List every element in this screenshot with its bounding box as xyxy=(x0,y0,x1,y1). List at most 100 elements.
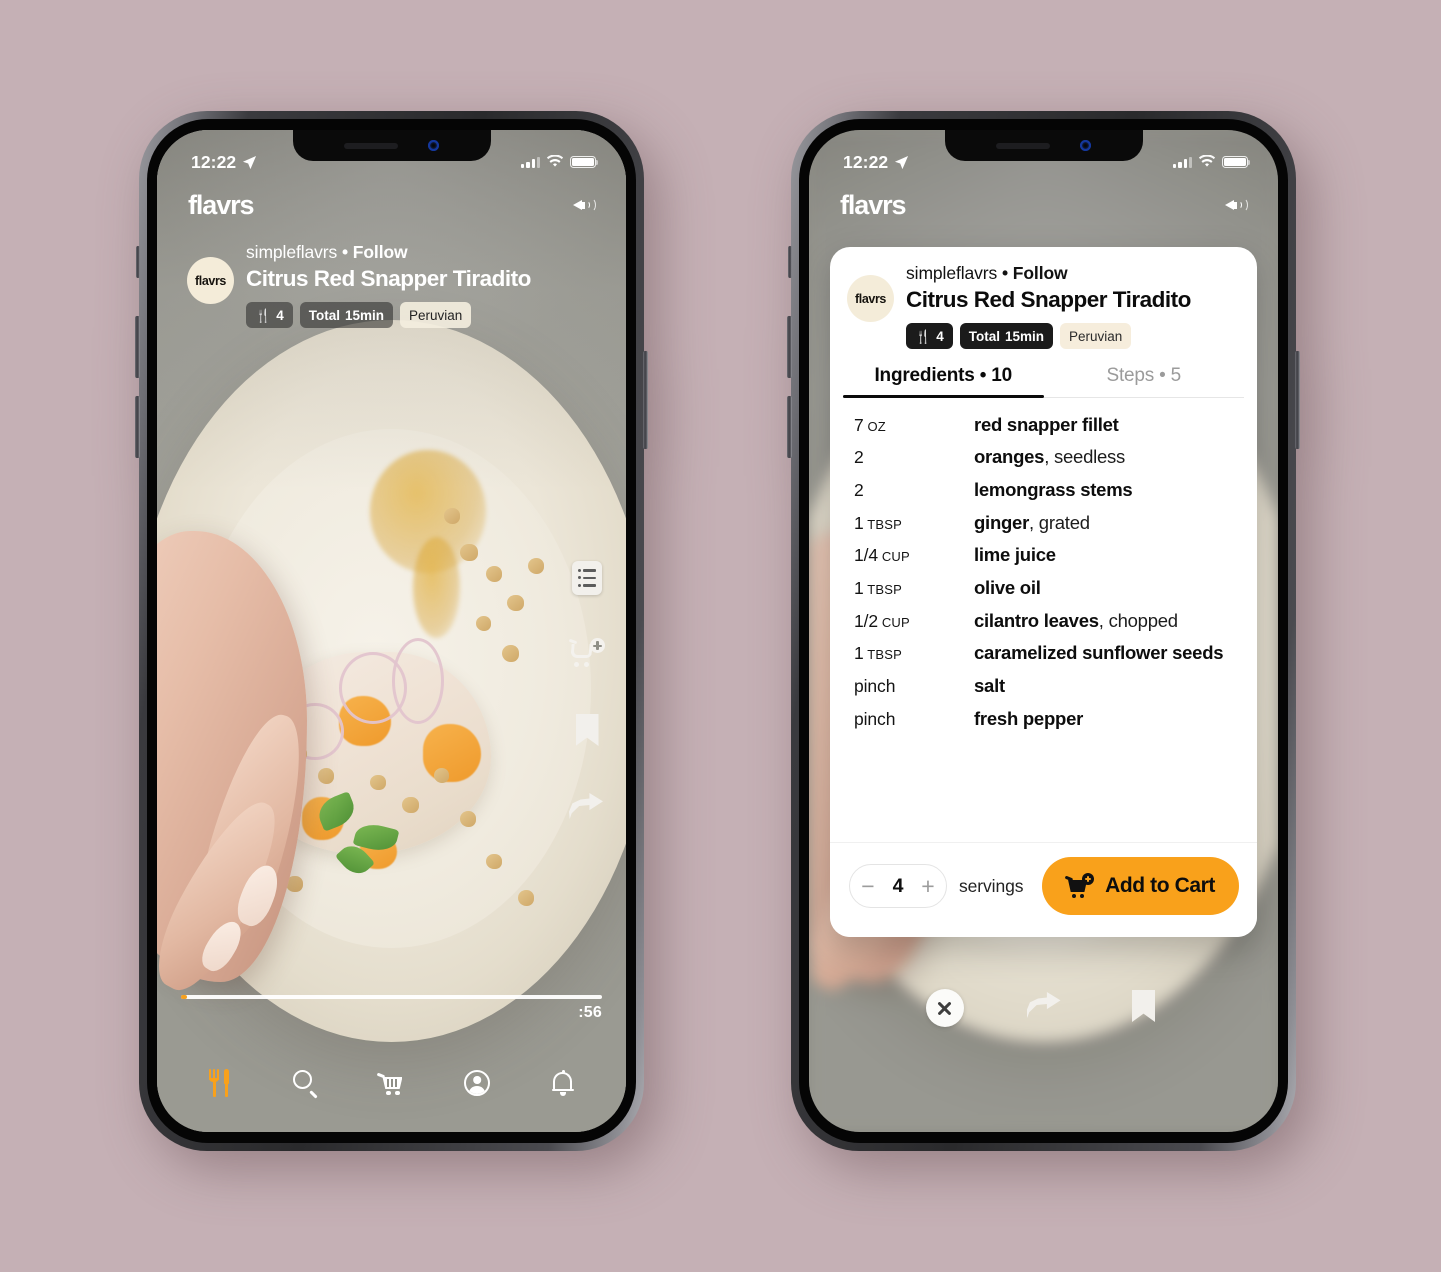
bookmark-icon[interactable] xyxy=(1126,990,1162,1026)
video-progress[interactable]: :56 xyxy=(181,995,602,1022)
ingredient-quantity: 7 OZ xyxy=(854,415,974,436)
share-icon[interactable] xyxy=(1026,990,1063,1026)
cutlery-icon: 🍴 xyxy=(255,307,272,323)
ingredient-row: 1/4 CUP lime juice xyxy=(854,539,1239,572)
cuisine-chip[interactable]: Peruvian xyxy=(1059,323,1132,349)
ingredient-amount: pinch xyxy=(854,675,896,696)
ingredient-quantity: 2 xyxy=(854,447,974,468)
recipe-chips: 🍴 4 Total 15min Peruvian xyxy=(246,302,602,328)
sheet-footer: − 4 + servings Add to Cart xyxy=(830,842,1257,937)
bookmark-icon[interactable] xyxy=(569,714,605,750)
tab-notifications[interactable] xyxy=(539,1061,587,1105)
profile-icon xyxy=(464,1070,491,1096)
progress-track[interactable] xyxy=(181,995,602,999)
recipe-info: flavrs simpleflavrs • Follow Citrus Red … xyxy=(830,247,1257,349)
cuisine-chip[interactable]: Peruvian xyxy=(399,302,472,328)
tab-search[interactable] xyxy=(282,1061,330,1105)
silence-switch[interactable] xyxy=(788,246,792,278)
ingredient-amount: 2 xyxy=(854,447,864,468)
byline: simpleflavrs • Follow xyxy=(906,263,1237,284)
tab-feed[interactable] xyxy=(196,1061,244,1105)
tab-profile[interactable] xyxy=(453,1061,501,1105)
add-to-cart-button[interactable]: Add to Cart xyxy=(1042,857,1239,915)
location-arrow-icon xyxy=(895,155,909,169)
servings-decrement-button[interactable]: − xyxy=(853,872,883,900)
total-time-chip[interactable]: Total 15min xyxy=(959,323,1053,349)
ingredient-name-main: red snapper fillet xyxy=(974,413,1119,435)
app-brand-logo: flavrs xyxy=(840,189,907,220)
close-icon[interactable] xyxy=(925,989,964,1027)
ingredient-name-main: oranges xyxy=(974,446,1045,468)
total-time-chip[interactable]: Total 15min xyxy=(299,302,393,328)
author-name[interactable]: simpleflavrs xyxy=(906,263,997,283)
follow-button[interactable]: Follow xyxy=(353,242,408,262)
ingredient-name-main: caramelized sunflower seeds xyxy=(974,642,1224,664)
cellular-signal-icon xyxy=(1173,156,1192,168)
ingredient-quantity: 1 TBSP xyxy=(854,643,974,664)
volume-up-button[interactable] xyxy=(135,316,140,378)
front-camera xyxy=(1080,140,1091,151)
front-camera xyxy=(428,140,439,151)
ingredient-name: cilantro leaves, chopped xyxy=(974,609,1239,633)
total-time-prefix: Total xyxy=(308,307,340,323)
recipe-detail-sheet: flavrs simpleflavrs • Follow Citrus Red … xyxy=(830,247,1257,937)
wifi-icon xyxy=(546,155,564,167)
recipe-info-overlay: flavrs simpleflavrs • Follow Citrus Red … xyxy=(187,242,602,328)
volume-up-button[interactable] xyxy=(787,316,792,378)
location-arrow-icon xyxy=(243,155,257,169)
byline-separator: • xyxy=(341,242,348,262)
ingredient-quantity: 1 TBSP xyxy=(854,578,974,599)
ingredient-row: 2 lemongrass stems xyxy=(854,473,1239,506)
ingredient-amount: 1 xyxy=(854,512,864,533)
speaker-mute-icon[interactable] xyxy=(1224,193,1251,217)
avatar[interactable]: flavrs xyxy=(847,275,894,322)
avatar[interactable]: flavrs xyxy=(187,257,234,304)
recipe-title: Citrus Red Snapper Tiradito xyxy=(246,266,531,291)
bell-icon xyxy=(551,1069,575,1097)
ingredient-amount: 2 xyxy=(854,479,864,500)
ingredient-name: lemongrass stems xyxy=(974,478,1239,502)
ingredient-quantity: 1/2 CUP xyxy=(854,611,974,632)
speaker-mute-icon[interactable] xyxy=(572,193,599,217)
tab-cart[interactable] xyxy=(367,1061,415,1105)
battery-icon xyxy=(570,155,599,169)
cart-icon xyxy=(377,1070,405,1096)
earpiece-speaker xyxy=(344,142,398,149)
phone-bezel: 12:22 flavrs flavrs simpleflavrs • Follo… xyxy=(147,119,636,1143)
share-icon[interactable] xyxy=(569,791,605,827)
ingredient-unit: CUP xyxy=(878,614,910,630)
app-header: flavrs xyxy=(157,182,626,228)
earpiece-speaker xyxy=(996,142,1050,149)
servings-increment-button[interactable]: + xyxy=(913,872,943,900)
tab-ingredients[interactable]: Ingredients • 10 xyxy=(843,365,1044,399)
volume-down-button[interactable] xyxy=(787,396,792,458)
servings-chip[interactable]: 🍴 4 xyxy=(246,302,293,328)
battery-icon xyxy=(1222,155,1251,169)
add-to-cart-icon[interactable] xyxy=(568,637,605,673)
ingredient-name: caramelized sunflower seeds xyxy=(974,641,1239,665)
author-name[interactable]: simpleflavrs xyxy=(246,242,337,262)
ingredient-name: red snapper fillet xyxy=(974,413,1239,437)
ingredient-name-main: salt xyxy=(974,674,1005,696)
ingredient-name-main: olive oil xyxy=(974,576,1041,598)
servings-value: 4 xyxy=(892,874,904,897)
ingredient-amount: pinch xyxy=(854,708,896,729)
volume-down-button[interactable] xyxy=(135,396,140,458)
power-button[interactable] xyxy=(1295,351,1300,449)
servings-chip[interactable]: 🍴 4 xyxy=(906,323,953,349)
follow-button[interactable]: Follow xyxy=(1013,263,1068,283)
cutlery-icon: 🍴 xyxy=(915,328,932,344)
recipe-list-icon[interactable] xyxy=(569,560,605,596)
app-brand-logo: flavrs xyxy=(188,189,255,220)
silence-switch[interactable] xyxy=(136,246,140,278)
recipe-title: Citrus Red Snapper Tiradito xyxy=(906,287,1191,312)
servings-label: servings xyxy=(959,875,1024,896)
ingredient-name-main: fresh pepper xyxy=(974,707,1084,729)
tab-steps[interactable]: Steps • 5 xyxy=(1044,365,1245,398)
ingredient-name: olive oil xyxy=(974,576,1239,600)
ingredient-note: , chopped xyxy=(1098,609,1178,631)
servings-stepper: − 4 + xyxy=(849,864,947,908)
status-time: 12:22 xyxy=(191,151,237,172)
ingredient-name: oranges, seedless xyxy=(974,445,1239,469)
power-button[interactable] xyxy=(643,351,648,449)
